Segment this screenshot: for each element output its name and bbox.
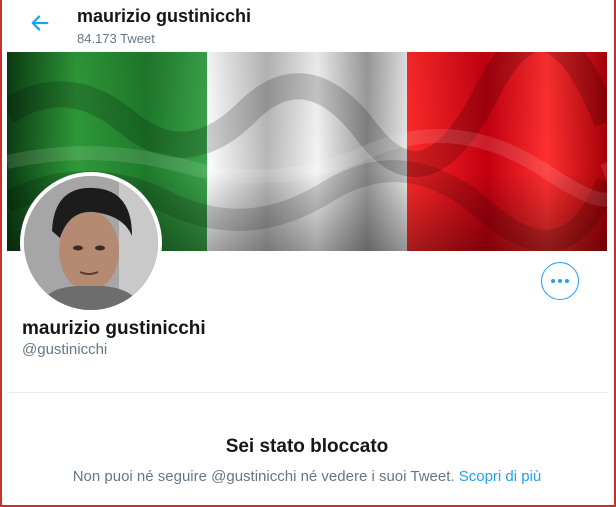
window-border-left [0, 0, 2, 507]
profile-header: maurizio gustinicchi 84.173 Tweet [7, 0, 607, 52]
back-button[interactable] [27, 10, 53, 36]
blocked-title: Sei stato bloccato [225, 436, 389, 457]
avatar-photo [24, 176, 158, 310]
header-title: maurizio gustinicchi [77, 6, 252, 26]
more-dots-icon-dot [565, 279, 569, 283]
more-dots-icon [551, 279, 555, 283]
more-dots-icon-dot [558, 279, 562, 283]
blocked-message-line: Non puoi né seguire @gustinicchi né vede… [7, 468, 607, 485]
arrow-left-icon [31, 15, 49, 31]
divider [7, 392, 607, 393]
avatar[interactable] [20, 172, 162, 314]
learn-more-link[interactable]: Scopri di più [459, 468, 542, 485]
tweet-count: 84.173 Tweet [77, 31, 155, 46]
more-options-button[interactable] [541, 262, 579, 300]
profile-name: maurizio gustinicchi [22, 318, 206, 339]
blocked-message: Non puoi né seguire @gustinicchi né vede… [72, 468, 455, 485]
profile-handle: @gustinicchi [22, 341, 108, 358]
